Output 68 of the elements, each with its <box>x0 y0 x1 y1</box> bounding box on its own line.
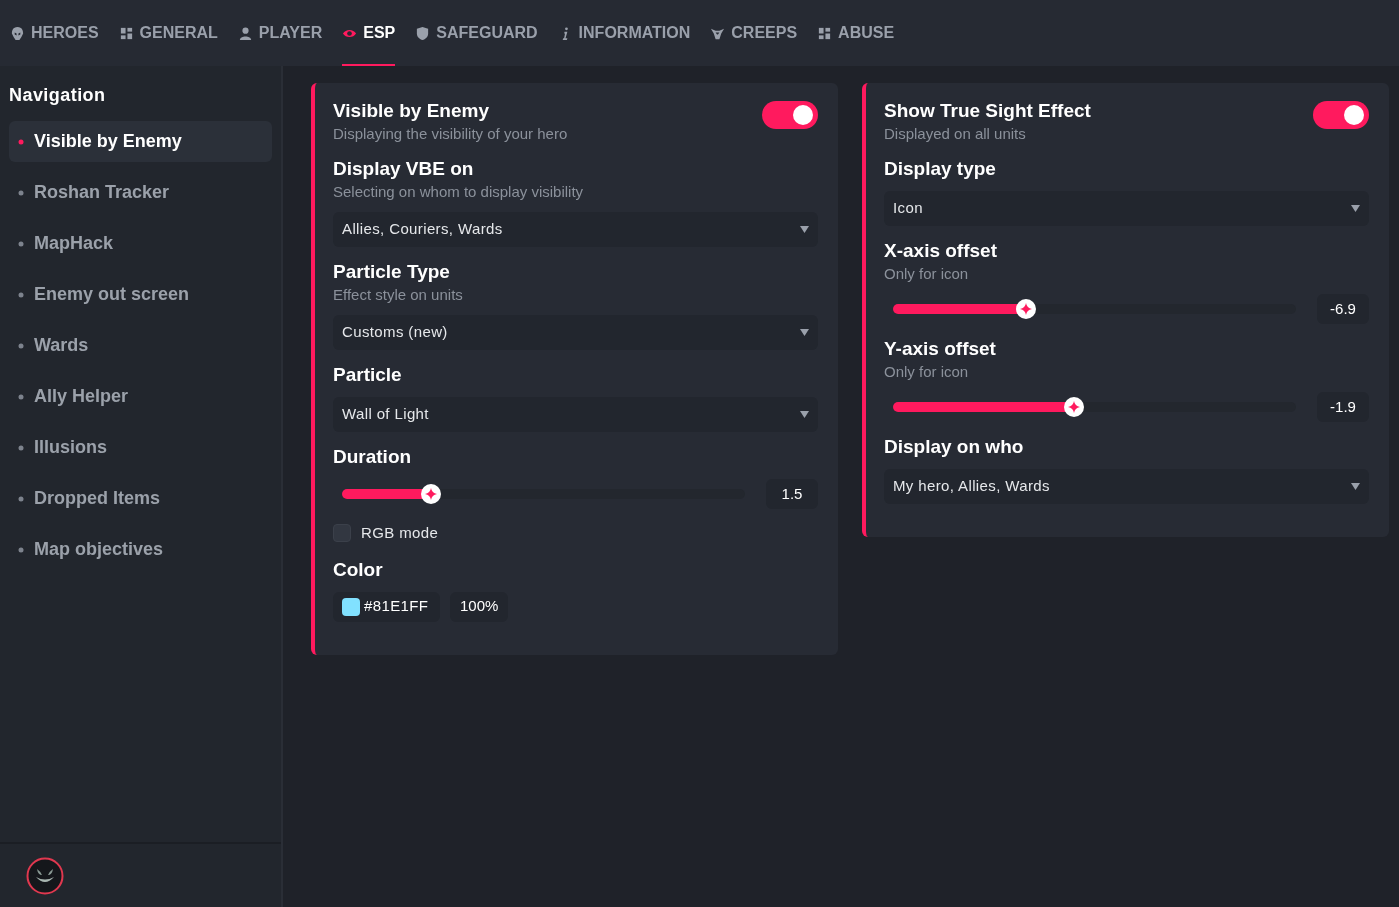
nav-tab[interactable]: HEROES <box>10 0 99 66</box>
person-icon <box>237 25 253 41</box>
bullet-icon <box>18 444 24 451</box>
setting-description: Only for icon <box>884 264 970 284</box>
setting-title: Visible by Enemy <box>333 99 490 123</box>
setting-description: Only for icon <box>884 362 970 382</box>
caret-icon <box>800 411 809 418</box>
dropdown[interactable]: Wall of Light <box>333 397 818 432</box>
bullet-icon <box>18 495 24 502</box>
setting-title: Particle <box>333 363 403 387</box>
value-field: 1.5 <box>766 479 818 509</box>
caret-icon <box>1351 483 1360 490</box>
sidebar-item[interactable]: Roshan Tracker <box>9 172 272 213</box>
bullet-icon <box>18 240 24 247</box>
sidebar-item[interactable]: MapHack <box>9 223 272 264</box>
color-field[interactable]: #81E1FF <box>333 591 440 622</box>
sidebar-item[interactable]: Enemy out screen <box>9 274 272 315</box>
setting-title: Color <box>333 557 384 582</box>
setting-title: Display type <box>884 157 997 181</box>
grid-icon <box>118 25 134 41</box>
helmet-icon <box>10 25 25 41</box>
caret-icon <box>800 226 809 233</box>
shield-icon <box>415 25 431 41</box>
caret-icon <box>1351 205 1360 212</box>
nav-tab[interactable]: INFORMATION <box>557 0 691 66</box>
nav-tab[interactable]: PLAYER <box>237 0 323 66</box>
dropdown[interactable]: Allies, Couriers, Wards <box>333 212 818 247</box>
nav-tab[interactable]: GENERAL <box>118 0 218 66</box>
dropdown[interactable]: Icon <box>884 191 1369 226</box>
toggle-switch[interactable] <box>762 101 818 129</box>
nav-tab[interactable]: CREEPS <box>710 0 798 66</box>
sidebar-item[interactable]: Wards <box>9 325 272 366</box>
setting-description: Effect style on units <box>333 285 464 305</box>
sidebar-item[interactable]: Map objectives <box>9 529 272 570</box>
setting-title: X-axis offset <box>884 239 998 263</box>
setting-title: Duration <box>333 445 413 469</box>
sidebar-item[interactable]: Visible by Enemy <box>9 121 272 162</box>
setting-description: Displaying the visibility of your hero <box>333 124 568 144</box>
setting-description: Selecting on whom to display visibility <box>333 182 585 202</box>
setting-title: Particle Type <box>333 260 451 284</box>
bullet-icon <box>18 291 24 298</box>
dropdown[interactable]: My hero, Allies, Wards <box>884 469 1369 504</box>
setting-title: Y-axis offset <box>884 337 997 361</box>
bullet-icon <box>18 342 24 349</box>
setting-title: Display on who <box>884 435 1025 459</box>
grid-icon <box>817 25 833 41</box>
sidebar-item[interactable]: Ally Helper <box>9 376 272 417</box>
dropdown[interactable]: Customs (new) <box>333 315 818 350</box>
opacity-field[interactable]: 100% <box>450 591 509 622</box>
setting-description: Displayed on all units <box>884 124 1027 144</box>
value-field: -6.9 <box>1317 294 1369 324</box>
sidebar-title: Navigation <box>9 84 107 107</box>
nav-tab[interactable]: ABUSE <box>817 0 895 66</box>
logo-icon <box>26 856 64 895</box>
bullet-icon <box>18 138 24 145</box>
sidebar-item[interactable]: Dropped Items <box>9 478 272 519</box>
bullet-icon <box>18 189 24 196</box>
setting-title: Display VBE on <box>333 157 475 181</box>
setting-title: Show True Sight Effect <box>884 99 1091 123</box>
bullet-icon <box>18 546 24 553</box>
nav-tab[interactable]: ESP <box>342 0 396 66</box>
toggle-switch[interactable] <box>1313 101 1369 129</box>
sidebar-item[interactable]: Illusions <box>9 427 272 468</box>
caret-icon <box>800 329 809 336</box>
nav-tab[interactable]: SAFEGUARD <box>415 0 538 66</box>
checkbox-label: RGB mode <box>361 523 439 543</box>
value-field: -1.9 <box>1317 392 1369 422</box>
bullet-icon <box>18 393 24 400</box>
